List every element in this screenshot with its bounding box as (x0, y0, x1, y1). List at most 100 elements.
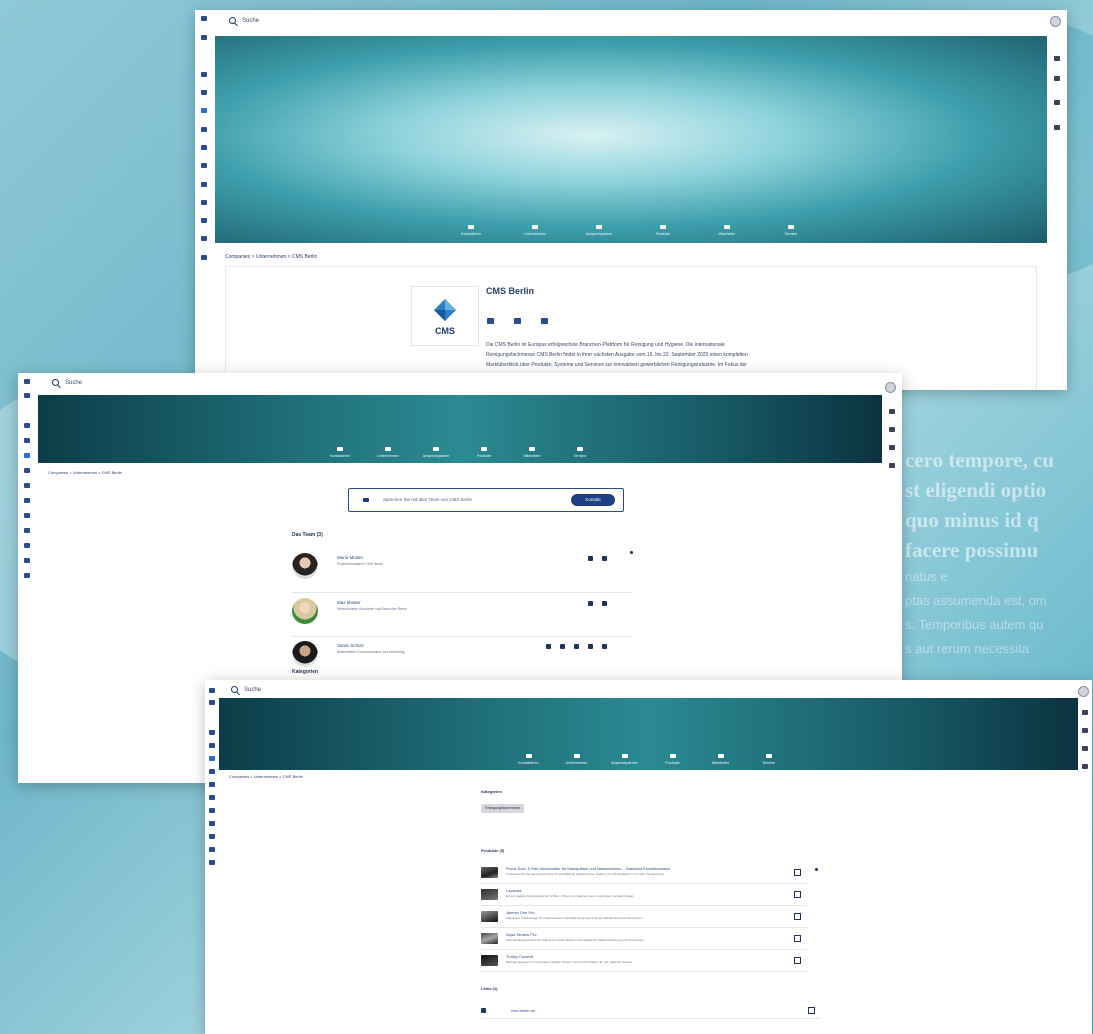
contact-button[interactable]: Kontakt (571, 494, 615, 506)
pen-icon[interactable] (1054, 56, 1060, 61)
search-bar[interactable]: Suche (231, 686, 261, 693)
video-icon[interactable] (1082, 728, 1088, 733)
nav-staff[interactable]: Mitarbeiter (697, 754, 745, 766)
home-icon[interactable] (209, 730, 215, 735)
user-avatar[interactable] (1050, 16, 1061, 27)
link-item[interactable]: cms-berlin.de (481, 1004, 821, 1019)
contact-name[interactable]: Max Muster (337, 600, 361, 605)
rocket-icon[interactable] (201, 255, 207, 260)
scrollbar-thumb[interactable] (630, 551, 633, 554)
bookmark-icon[interactable] (794, 957, 801, 964)
pen-icon[interactable] (889, 409, 895, 414)
linkedin-icon[interactable] (514, 318, 521, 324)
video-icon[interactable] (889, 427, 895, 432)
person-icon[interactable] (889, 463, 895, 468)
category-tag[interactable]: Reinigungsfachmesse (481, 804, 525, 813)
menu-icon[interactable] (209, 700, 215, 705)
home-icon[interactable] (24, 423, 30, 428)
product-item[interactable]: Purus Sole: 5 Wet Vacuumator für Marktpl… (481, 864, 807, 884)
video-icon[interactable] (1054, 76, 1060, 81)
nav-contacts[interactable]: Ansprechpartner (412, 447, 460, 459)
tools-icon[interactable] (24, 558, 30, 563)
person-icon[interactable] (1082, 764, 1088, 769)
contact-name[interactable]: Sarah Schulz (337, 643, 364, 648)
logo-icon[interactable] (201, 16, 207, 21)
nav-contacts[interactable]: Ansprechpartner (601, 754, 649, 766)
handshake-icon[interactable] (209, 821, 215, 826)
handshake-icon[interactable] (201, 200, 207, 205)
bookmark-icon[interactable] (602, 644, 607, 649)
chat-icon[interactable] (201, 182, 207, 187)
heart-icon[interactable] (24, 438, 30, 443)
video-icon[interactable] (546, 644, 551, 649)
notes-icon[interactable] (1082, 746, 1088, 751)
calendar-icon[interactable] (24, 498, 30, 503)
network-icon[interactable] (24, 483, 30, 488)
product-title[interactable]: Purus Sole: 5 Wet Vacuumator für Marktpl… (506, 866, 670, 871)
nav-contacts[interactable]: Ansprechpartner (567, 225, 631, 237)
product-title[interactable]: Jasmin One Pro (506, 910, 535, 915)
nav-events[interactable]: Termine (745, 754, 793, 766)
product-title[interactable]: Lavanda (506, 888, 521, 893)
rocket-icon[interactable] (24, 573, 30, 578)
breadcrumb[interactable]: Companies > Unternehmen > CMS Berlin (229, 774, 303, 779)
external-link-icon[interactable] (808, 1007, 815, 1014)
breadcrumb[interactable]: Companies > Unternehmen > CMS Berlin (225, 254, 317, 260)
bookmark-icon[interactable] (794, 913, 801, 920)
network-icon[interactable] (201, 145, 207, 150)
product-title[interactable]: Trolley Comfort (506, 954, 533, 959)
chat-icon[interactable] (209, 808, 215, 813)
search-bar[interactable]: Suche (229, 17, 259, 24)
logo-icon[interactable] (24, 379, 30, 384)
heart-icon[interactable] (209, 743, 215, 748)
handshake-icon[interactable] (588, 601, 593, 606)
person-icon[interactable] (1054, 125, 1060, 130)
list-icon[interactable] (209, 769, 215, 774)
user-avatar[interactable] (1078, 686, 1089, 697)
bookmark-icon[interactable] (794, 869, 801, 876)
nav-company[interactable]: Unternehmen (503, 225, 567, 237)
nav-products[interactable]: Produkte (460, 447, 508, 459)
twitter-icon[interactable] (487, 318, 494, 324)
calendar-icon[interactable] (574, 644, 579, 649)
rocket-icon[interactable] (209, 860, 215, 865)
nav-events[interactable]: Termine (759, 225, 823, 237)
search-bar[interactable]: Suche (52, 379, 82, 386)
handshake-icon[interactable] (588, 556, 593, 561)
menu-icon[interactable] (24, 393, 30, 398)
product-item[interactable]: Jasmin One Pro Kabelloser Staubsauger fü… (481, 908, 807, 928)
companies-icon[interactable] (24, 453, 30, 458)
heart-icon[interactable] (201, 90, 207, 95)
calendar-icon[interactable] (209, 795, 215, 800)
product-item[interactable]: Lavanda Ein kompaktes Reinigungsgerät fü… (481, 886, 807, 906)
bookmark-icon[interactable] (602, 556, 607, 561)
ticket-icon[interactable] (209, 834, 215, 839)
nav-contact[interactable]: Kontaktieren (316, 447, 364, 459)
breadcrumb[interactable]: Companies > Unternehmen > CMS Berlin (48, 470, 122, 475)
list-icon[interactable] (24, 468, 30, 473)
contact-name[interactable]: Maria Muster (337, 555, 363, 560)
bookmark-icon[interactable] (794, 891, 801, 898)
pen-icon[interactable] (1082, 710, 1088, 715)
product-item[interactable]: Aqua Stratos Pro Scheuersaugmaschine für… (481, 930, 807, 950)
handshake-icon[interactable] (588, 644, 593, 649)
user-avatar[interactable] (885, 382, 896, 393)
bookmark-icon[interactable] (602, 601, 607, 606)
network-icon[interactable] (209, 782, 215, 787)
logo-icon[interactable] (209, 688, 215, 693)
link-text[interactable]: cms-berlin.de (511, 1008, 535, 1013)
phone-icon[interactable] (560, 644, 565, 649)
nav-company[interactable]: Unternehmen (553, 754, 601, 766)
nav-contact[interactable]: Kontaktieren (505, 754, 553, 766)
contact-card[interactable]: Sarah Schulz Mitarbeiterin Kommunikation… (292, 641, 622, 671)
menu-icon[interactable] (201, 35, 207, 40)
calendar-icon[interactable] (201, 163, 207, 168)
scrollbar-thumb[interactable] (815, 868, 818, 871)
contact-card[interactable]: Max Muster Vertriebsleiter Aussteller un… (292, 598, 622, 628)
companies-icon[interactable] (201, 108, 207, 113)
nav-company[interactable]: Unternehmen (364, 447, 412, 459)
nav-staff[interactable]: Mitarbeiter (508, 447, 556, 459)
nav-staff[interactable]: Mitarbeiter (695, 225, 759, 237)
xing-icon[interactable] (541, 318, 548, 324)
handshake-icon[interactable] (24, 528, 30, 533)
